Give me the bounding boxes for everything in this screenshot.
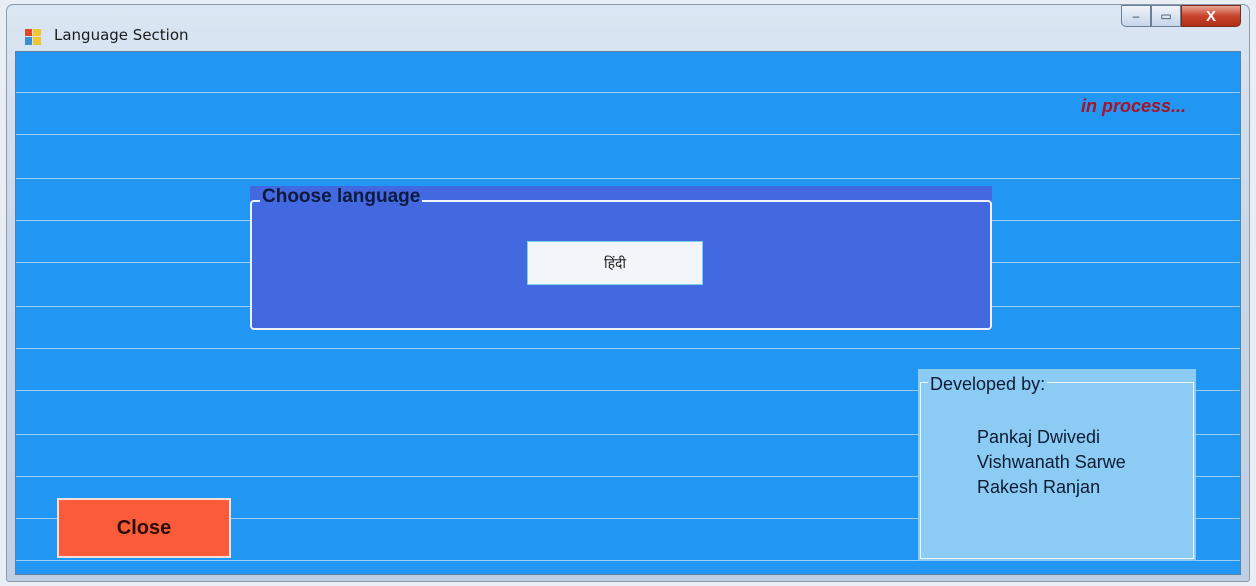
scanline: [16, 134, 1240, 135]
developed-by-legend: Developed by:: [928, 374, 1048, 395]
developer-name: Rakesh Ranjan: [977, 477, 1101, 497]
window-controls: – ▭ X: [1121, 5, 1241, 35]
status-label: in process...: [1080, 96, 1186, 116]
maximize-icon: ▭: [1160, 9, 1172, 23]
choose-language-legend: Choose language: [260, 186, 423, 208]
close-window-button[interactable]: X: [1181, 5, 1241, 27]
app-form-icon: [25, 29, 41, 45]
developer-name: Pankaj Dwivedi: [977, 427, 1101, 447]
developed-by-groupbox: Developed by: Pankaj Dwivedi Vishwanath …: [918, 369, 1196, 561]
application-window: Language Section – ▭ X in process... Cho…: [6, 4, 1250, 582]
hindi-language-button[interactable]: हिंदी: [527, 241, 703, 285]
developer-names: Pankaj Dwivedi Vishwanath Sarwe Rakesh R…: [977, 425, 1126, 500]
close-button[interactable]: Close: [57, 498, 231, 558]
title-bar[interactable]: Language Section – ▭ X: [7, 5, 1249, 49]
scanline: [16, 178, 1240, 179]
scanline: [16, 92, 1240, 93]
scanline: [16, 348, 1240, 349]
maximize-button[interactable]: ▭: [1151, 5, 1181, 27]
close-icon: X: [1205, 7, 1216, 25]
minimize-icon: –: [1132, 9, 1140, 23]
form-client-area: in process... Choose language हिंदी Deve…: [15, 51, 1241, 575]
minimize-button[interactable]: –: [1121, 5, 1151, 27]
developer-name: Vishwanath Sarwe: [977, 452, 1126, 472]
choose-language-groupbox: Choose language हिंदी: [250, 186, 992, 330]
window-title: Language Section: [54, 26, 189, 44]
